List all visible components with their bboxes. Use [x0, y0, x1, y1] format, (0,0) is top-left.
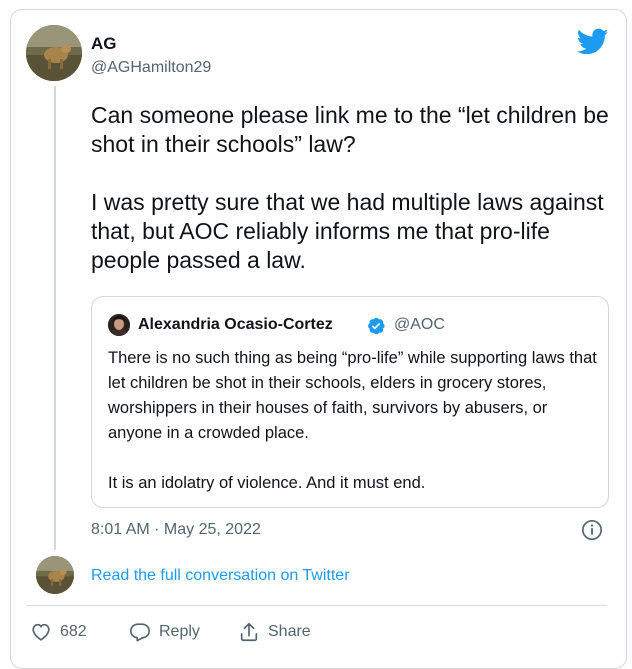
- quote-author-avatar: [108, 314, 130, 336]
- reply-button[interactable]: Reply: [129, 619, 200, 645]
- read-full-conversation-link[interactable]: Read the full conversation on Twitter: [91, 567, 350, 585]
- share-label: Share: [268, 623, 311, 640]
- thread-connector-line: [54, 86, 56, 550]
- info-icon[interactable]: [581, 519, 603, 541]
- quote-text: There is no such thing as being “pro-lif…: [108, 349, 597, 492]
- like-button[interactable]: 682: [30, 619, 87, 645]
- reply-icon: [130, 623, 150, 642]
- author-name[interactable]: AG: [91, 34, 117, 54]
- author-avatar-small[interactable]: [36, 556, 74, 594]
- tweet-text: Can someone please link me to the “let c…: [91, 102, 609, 273]
- actions-divider: [26, 605, 607, 606]
- tweet-timestamp[interactable]: 8:01 AM · May 25, 2022: [91, 521, 261, 539]
- like-count: 682: [60, 623, 87, 640]
- reply-label: Reply: [159, 623, 200, 640]
- author-handle[interactable]: @AGHamilton29: [91, 59, 211, 77]
- share-button[interactable]: Share: [238, 619, 311, 645]
- share-icon: [240, 622, 258, 642]
- quote-author-handle: @AOC: [394, 316, 445, 333]
- quoted-tweet[interactable]: Alexandria Ocasio-Cortez @AOC There is n…: [91, 296, 609, 508]
- author-avatar[interactable]: [26, 25, 82, 81]
- twitter-bird-icon[interactable]: [577, 28, 609, 56]
- quote-author-name: Alexandria Ocasio-Cortez: [138, 316, 333, 333]
- heart-icon: [32, 623, 50, 641]
- verified-badge-icon: [368, 317, 385, 335]
